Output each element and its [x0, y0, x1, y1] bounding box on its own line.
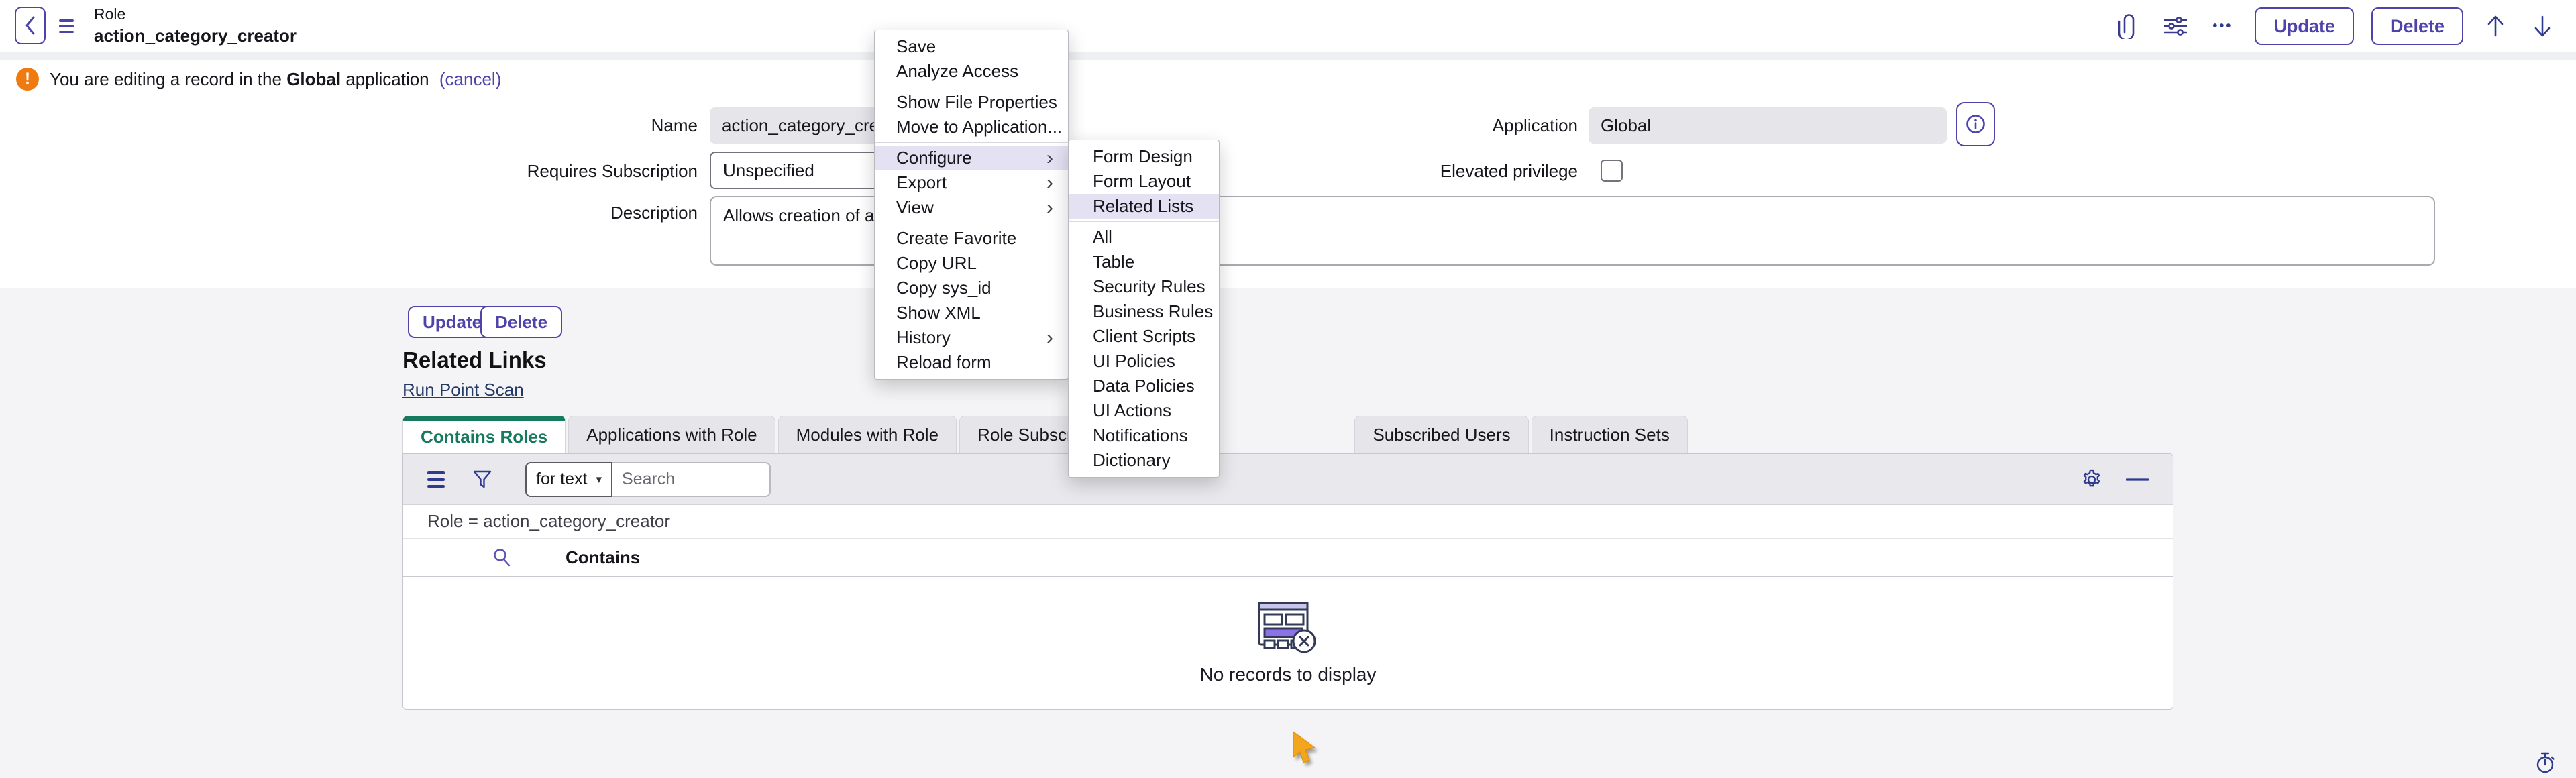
menu-item-show-file-properties[interactable]: Show File Properties [875, 90, 1068, 115]
menu-item-configure[interactable]: Configure› [875, 146, 1068, 170]
menu-item-save[interactable]: Save [875, 34, 1068, 59]
menu-item-notifications[interactable]: Notifications [1069, 423, 1219, 448]
tab-applications-with-role[interactable]: Applications with Role [568, 416, 775, 453]
menu-item-ui-actions[interactable]: UI Actions [1069, 398, 1219, 423]
arrow-down-icon [2534, 15, 2551, 38]
list-breadcrumb-row: Role = action_category_creator [403, 505, 2173, 539]
list-search-input[interactable] [612, 462, 771, 497]
menu-item-analyze-access[interactable]: Analyze Access [875, 59, 1068, 84]
menu-item-related-lists[interactable]: Related Lists [1069, 194, 1219, 219]
menu-separator [875, 142, 1068, 143]
menu-item-form-layout[interactable]: Form Layout [1069, 169, 1219, 194]
tab-subscribed-users[interactable]: Subscribed Users [1354, 416, 1528, 453]
mouse-cursor [1287, 726, 1322, 769]
attachment-button[interactable] [2114, 11, 2143, 41]
menu-item-client-scripts[interactable]: Client Scripts [1069, 324, 1219, 349]
filter-icon[interactable] [473, 470, 492, 489]
elevated-privilege-checkbox[interactable] [1601, 160, 1623, 182]
caret-down-icon: ▾ [596, 473, 602, 486]
related-list-tabs: Contains RolesApplications with RoleModu… [402, 416, 1688, 453]
no-records-icon [1257, 601, 1319, 655]
back-button[interactable] [15, 7, 46, 44]
collapse-list-icon[interactable] [2126, 477, 2149, 482]
chevron-left-icon [24, 15, 36, 36]
list-settings-gear-icon[interactable] [2080, 468, 2103, 491]
menu-item-reload-form[interactable]: Reload form [875, 350, 1068, 375]
list-header-row: Contains [403, 539, 2173, 577]
form-context-menu-icon[interactable] [59, 17, 76, 35]
banner-app-name: Global [286, 69, 341, 89]
column-header-contains[interactable]: Contains [566, 547, 640, 568]
arrow-up-icon [2487, 15, 2504, 38]
requires-subscription-label: Requires Subscription [429, 161, 698, 182]
update-button-header[interactable]: Update [2255, 7, 2354, 45]
paperclip-icon [2118, 13, 2139, 39]
menu-item-show-xml[interactable]: Show XML [875, 300, 1068, 325]
related-links-heading: Related Links [402, 347, 547, 373]
sliders-icon [2164, 16, 2187, 36]
menu-item-copy-url[interactable]: Copy URL [875, 251, 1068, 276]
page-title: Role [94, 5, 297, 23]
header-divider [0, 52, 2576, 60]
application-field[interactable]: Global [1589, 107, 1947, 144]
submenu-chevron-icon: › [1046, 325, 1053, 350]
related-list-container: for text ▾ Role = action_category_creato… [402, 453, 2174, 710]
ellipsis-icon: ••• [2212, 19, 2233, 34]
menu-item-business-rules[interactable]: Business Rules [1069, 299, 1219, 324]
tab-instruction-sets[interactable]: Instruction Sets [1532, 416, 1688, 453]
column-search-icon[interactable] [492, 547, 512, 567]
menu-item-table[interactable]: Table [1069, 249, 1219, 274]
more-options-button[interactable]: ••• [2208, 11, 2237, 41]
submenu-chevron-icon: › [1046, 146, 1053, 170]
personalize-form-button[interactable] [2161, 11, 2190, 41]
submenu-chevron-icon: › [1046, 195, 1053, 220]
menu-item-history[interactable]: History› [875, 325, 1068, 350]
breadcrumb[interactable]: Role = action_category_creator [427, 511, 670, 532]
menu-item-dictionary[interactable]: Dictionary [1069, 448, 1219, 473]
name-label: Name [429, 115, 698, 136]
editing-application-banner: ! You are editing a record in the Global… [0, 60, 2576, 98]
previous-record-button[interactable] [2481, 11, 2510, 41]
no-records-text: No records to display [1199, 664, 1376, 685]
empty-state: No records to display [403, 577, 2173, 709]
record-name: action_category_creator [94, 25, 297, 46]
menu-item-copy-sys-id[interactable]: Copy sys_id [875, 276, 1068, 300]
cancel-link[interactable]: (cancel) [439, 69, 501, 89]
response-time-icon [2534, 751, 2556, 774]
menu-item-security-rules[interactable]: Security Rules [1069, 274, 1219, 299]
configure-submenu: Form DesignForm LayoutRelated Lists AllTa… [1068, 140, 1220, 478]
application-label: Application [1309, 115, 1578, 136]
warning-icon: ! [16, 68, 39, 91]
delete-button-header[interactable]: Delete [2371, 7, 2463, 45]
elevated-privilege-label: Elevated privilege [1309, 161, 1578, 182]
delete-button[interactable]: Delete [480, 306, 562, 338]
menu-item-form-design[interactable]: Form Design [1069, 144, 1219, 169]
menu-item-view[interactable]: View› [875, 195, 1068, 220]
list-controls-row: for text ▾ [403, 454, 2173, 505]
banner-text-before: You are editing a record in the [50, 69, 282, 89]
description-label: Description [429, 203, 698, 223]
menu-item-move-to-application[interactable]: Move to Application... [875, 115, 1068, 140]
menu-item-ui-policies[interactable]: UI Policies [1069, 349, 1219, 374]
menu-item-export[interactable]: Export› [875, 170, 1068, 195]
menu-item-all[interactable]: All [1069, 225, 1219, 249]
submenu-chevron-icon: › [1046, 170, 1053, 195]
list-menu-icon[interactable] [427, 471, 445, 488]
context-menu: SaveAnalyze Access Show File PropertiesMo… [874, 30, 1069, 380]
banner-text-after: application [345, 69, 429, 89]
menu-item-create-favorite[interactable]: Create Favorite [875, 226, 1068, 251]
menu-item-data-policies[interactable]: Data Policies [1069, 374, 1219, 398]
application-info-button[interactable] [1956, 102, 1995, 146]
search-field-select[interactable]: for text ▾ [525, 462, 612, 497]
menu-separator [1069, 221, 1219, 222]
run-point-scan-link[interactable]: Run Point Scan [402, 380, 524, 400]
info-icon [1965, 113, 1986, 135]
next-record-button[interactable] [2528, 11, 2557, 41]
tab-contains-roles[interactable]: Contains Roles [402, 416, 566, 453]
tab-modules-with-role[interactable]: Modules with Role [778, 416, 957, 453]
